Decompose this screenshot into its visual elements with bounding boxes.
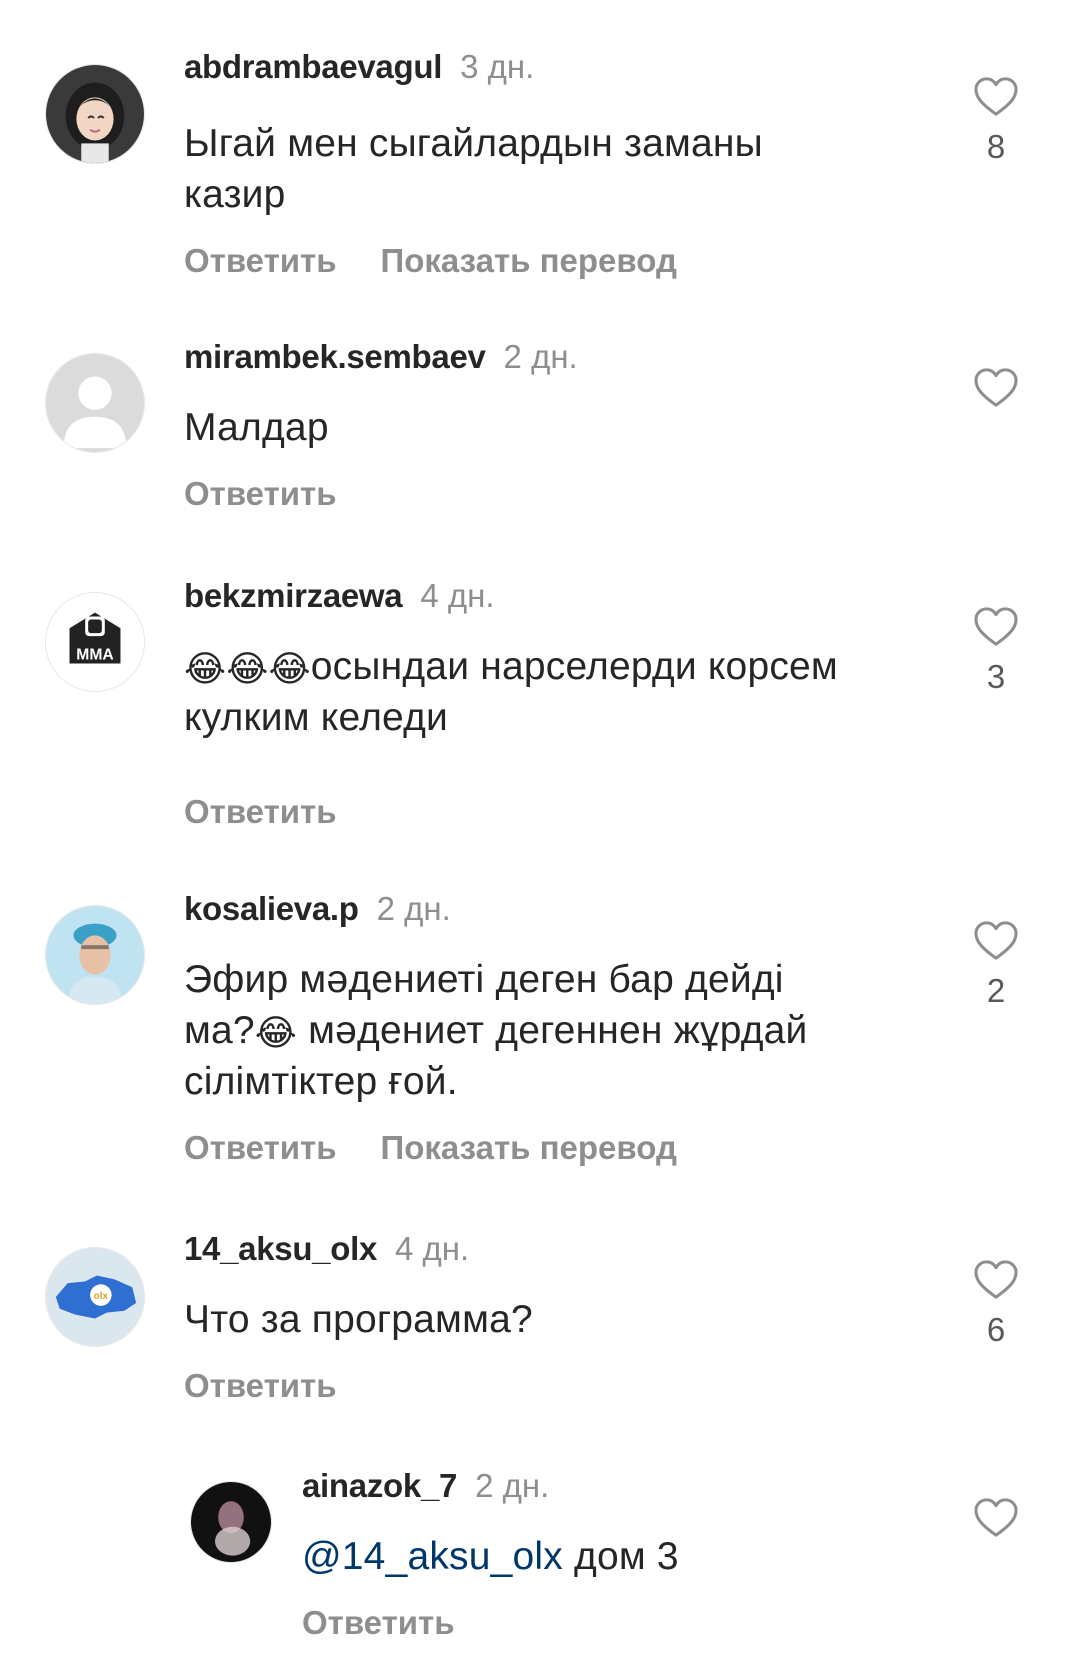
avatar[interactable] xyxy=(45,905,145,1005)
comment-text: Малдар xyxy=(184,406,329,449)
like-count: 6 xyxy=(986,1311,1006,1348)
comment-text: Ыгай мен сыгайлардын заманы казир xyxy=(184,122,763,216)
avatar-dark-photo-icon xyxy=(191,1482,271,1562)
comment-username[interactable]: 14_aksu_olx xyxy=(184,1230,377,1267)
reply-button[interactable]: Ответить xyxy=(184,475,337,513)
comment-username[interactable]: bekzmirzaewa xyxy=(184,577,403,614)
avatar-olx-map-icon: olx xyxy=(46,1248,144,1346)
avatar[interactable]: olx xyxy=(45,1247,145,1347)
like-count: 3 xyxy=(986,658,1006,695)
avatar-photo-woman-icon xyxy=(46,906,144,1004)
heart-outline-icon[interactable] xyxy=(973,1497,1019,1539)
comment-username[interactable]: mirambek.sembaev xyxy=(184,338,486,375)
heart-outline-icon[interactable] xyxy=(973,606,1019,648)
comment-username[interactable]: kosalieva.p xyxy=(184,890,359,927)
reply-button[interactable]: Ответить xyxy=(184,793,337,831)
avatar-mma-logo-icon: MMA xyxy=(46,593,144,691)
mention-link[interactable]: @14_aksu_olx xyxy=(302,1535,563,1578)
heart-outline-icon[interactable] xyxy=(973,76,1019,118)
comment-text: Что за программа? xyxy=(184,1298,533,1341)
comment-time: 3 дн. xyxy=(460,48,535,85)
avatar[interactable] xyxy=(45,353,145,453)
heart-outline-icon[interactable] xyxy=(973,367,1019,409)
avatar[interactable]: MMA xyxy=(45,592,145,692)
comment-time: 2 дн. xyxy=(503,338,578,375)
svg-text:olx: olx xyxy=(94,1291,109,1302)
reply-button[interactable]: Ответить xyxy=(302,1604,455,1642)
comment-username[interactable]: ainazok_7 xyxy=(302,1467,457,1504)
comment-text: 😂😂😂осындаи нарселерди корсем кулким келе… xyxy=(184,645,838,739)
comment-text: Эфир мәдениеті деген бар дейді ма?😂 мәде… xyxy=(184,958,808,1103)
comment-time: 2 дн. xyxy=(376,890,451,927)
avatar[interactable] xyxy=(45,64,145,164)
avatar-cartoon-girl-icon xyxy=(46,65,144,163)
laughing-emoji: 😂 xyxy=(254,1012,298,1053)
comment-time: 4 дн. xyxy=(420,577,495,614)
avatar[interactable] xyxy=(190,1481,272,1563)
show-translation-button[interactable]: Показать перевод xyxy=(381,242,677,280)
comment-text: @14_aksu_olx дом 3 xyxy=(302,1535,679,1578)
heart-outline-icon[interactable] xyxy=(973,1259,1019,1301)
avatar-default-user-icon xyxy=(46,354,144,452)
comment-username[interactable]: abdrambaevagul xyxy=(184,48,442,85)
comment-time: 4 дн. xyxy=(395,1230,470,1267)
reply-button[interactable]: Ответить xyxy=(184,1367,337,1405)
svg-text:MMA: MMA xyxy=(76,647,113,664)
like-count: 8 xyxy=(986,128,1006,165)
like-count: 2 xyxy=(986,972,1006,1009)
heart-outline-icon[interactable] xyxy=(973,920,1019,962)
laughing-emoji: 😂😂😂 xyxy=(184,648,311,689)
reply-button[interactable]: Ответить xyxy=(184,1129,337,1167)
show-translation-button[interactable]: Показать перевод xyxy=(381,1129,677,1167)
reply-button[interactable]: Ответить xyxy=(184,242,337,280)
comment-time: 2 дн. xyxy=(475,1467,550,1504)
